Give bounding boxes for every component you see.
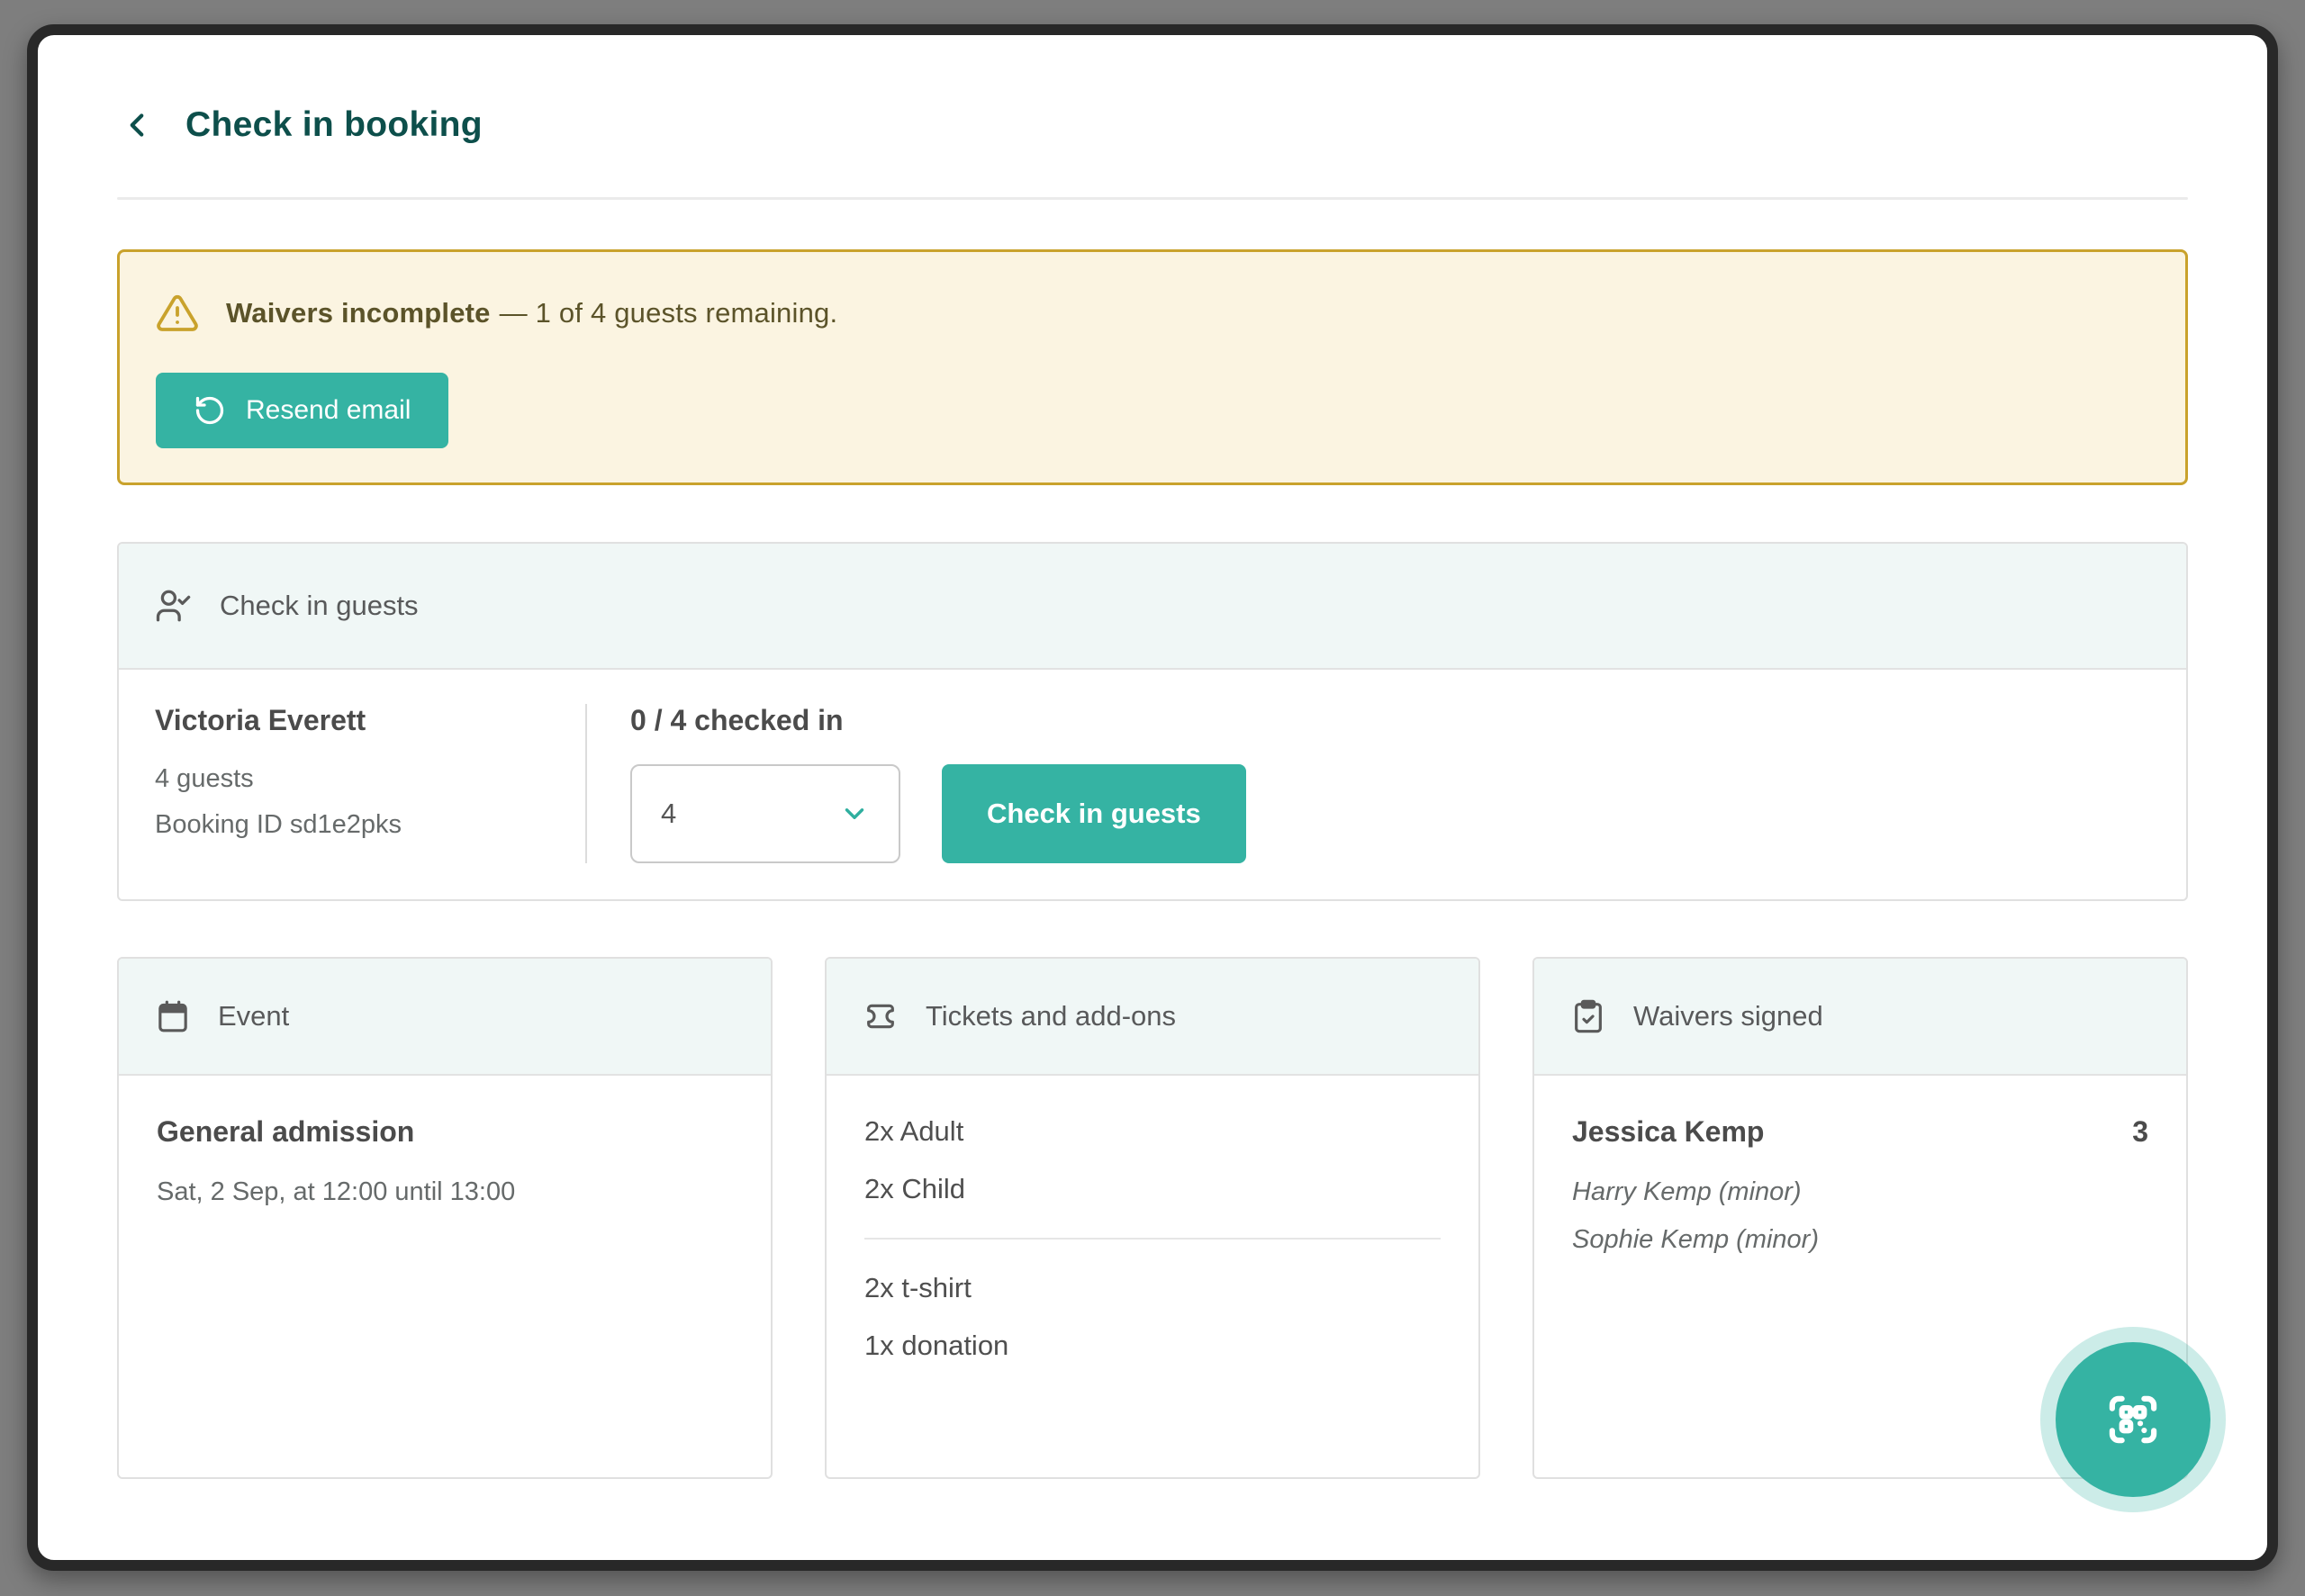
warning-message-row: Waivers incomplete — 1 of 4 guests remain… bbox=[156, 292, 2149, 335]
page-header-row: Check in booking bbox=[117, 105, 2188, 145]
check-in-guests-header: Check in guests bbox=[119, 544, 2186, 670]
info-cards-row: Event General admission Sat, 2 Sep, at 1… bbox=[117, 957, 2188, 1479]
tickets-card-body: 2x Adult 2x Child 2x t-shirt 1x donation bbox=[827, 1076, 1478, 1402]
progress-controls-row: 4 Check in guests bbox=[630, 764, 1246, 863]
booking-summary: Victoria Everett 4 guests Booking ID sd1… bbox=[155, 704, 585, 863]
tickets-card: Tickets and add-ons 2x Adult 2x Child 2x… bbox=[825, 957, 1480, 1479]
warning-message: Waivers incomplete — 1 of 4 guests remain… bbox=[226, 297, 837, 329]
tickets-card-title: Tickets and add-ons bbox=[926, 1000, 1176, 1032]
warning-message-bold: Waivers incomplete bbox=[226, 297, 491, 329]
app-window: Check in booking Waivers incomplete — 1 o… bbox=[27, 24, 2278, 1571]
waiver-count-badge: 3 bbox=[2132, 1115, 2148, 1149]
waiver-signer-name: Jessica Kemp bbox=[1572, 1115, 1764, 1149]
rotate-ccw-icon bbox=[194, 394, 226, 427]
header-divider bbox=[117, 197, 2188, 200]
guest-count-select-value: 4 bbox=[661, 798, 676, 830]
addon-line: 1x donation bbox=[864, 1330, 1441, 1362]
check-in-guests-title: Check in guests bbox=[220, 590, 419, 622]
ticket-line: 2x Child bbox=[864, 1173, 1441, 1205]
back-button[interactable] bbox=[117, 105, 157, 145]
booking-id: Booking ID sd1e2pks bbox=[155, 810, 585, 840]
waivers-card-header: Waivers signed bbox=[1534, 959, 2186, 1076]
lead-guest-name: Victoria Everett bbox=[155, 704, 585, 737]
event-card: Event General admission Sat, 2 Sep, at 1… bbox=[117, 957, 773, 1479]
resend-email-button[interactable]: Resend email bbox=[156, 373, 448, 448]
chevron-left-icon bbox=[118, 106, 156, 144]
ticket-line: 2x Adult bbox=[864, 1115, 1441, 1148]
event-card-header: Event bbox=[119, 959, 771, 1076]
event-name: General admission bbox=[157, 1115, 733, 1149]
calendar-icon bbox=[155, 998, 191, 1034]
tickets-addons-divider bbox=[864, 1238, 1441, 1240]
waivers-warning-banner: Waivers incomplete — 1 of 4 guests remain… bbox=[117, 249, 2188, 485]
user-check-icon bbox=[155, 587, 193, 625]
qr-scan-button[interactable] bbox=[2056, 1342, 2210, 1497]
event-card-body: General admission Sat, 2 Sep, at 12:00 u… bbox=[119, 1076, 771, 1247]
guest-count-select[interactable]: 4 bbox=[630, 764, 900, 863]
resend-email-label: Resend email bbox=[246, 395, 411, 426]
warning-message-rest: — 1 of 4 guests remaining. bbox=[500, 297, 838, 329]
page-title: Check in booking bbox=[185, 105, 483, 145]
checked-in-progress: 0 / 4 checked in bbox=[630, 704, 1246, 737]
waiver-signer-row: Jessica Kemp 3 bbox=[1572, 1115, 2148, 1149]
waiver-minor-name: Harry Kemp (minor) bbox=[1572, 1177, 2148, 1207]
check-in-guests-body: Victoria Everett 4 guests Booking ID sd1… bbox=[119, 670, 2186, 899]
event-schedule: Sat, 2 Sep, at 12:00 until 13:00 bbox=[157, 1177, 733, 1207]
qr-scan-icon bbox=[2100, 1386, 2166, 1453]
warning-triangle-icon bbox=[156, 292, 199, 335]
ticket-icon bbox=[863, 998, 899, 1034]
page-content: Check in booking Waivers incomplete — 1 o… bbox=[38, 35, 2267, 1560]
addon-line: 2x t-shirt bbox=[864, 1272, 1441, 1304]
clipboard-check-icon bbox=[1570, 998, 1606, 1034]
check-in-guests-button[interactable]: Check in guests bbox=[942, 764, 1246, 863]
check-in-guests-panel: Check in guests Victoria Everett 4 guest… bbox=[117, 542, 2188, 901]
tickets-card-header: Tickets and add-ons bbox=[827, 959, 1478, 1076]
chevron-down-icon bbox=[839, 798, 870, 829]
event-card-title: Event bbox=[218, 1000, 289, 1032]
waivers-card-body: Jessica Kemp 3 Harry Kemp (minor) Sophie… bbox=[1534, 1076, 2186, 1294]
waiver-minor-name: Sophie Kemp (minor) bbox=[1572, 1225, 2148, 1255]
check-in-controls: 0 / 4 checked in 4 Check in guests bbox=[587, 704, 1246, 863]
waivers-card-title: Waivers signed bbox=[1633, 1000, 1823, 1032]
guest-count: 4 guests bbox=[155, 764, 585, 794]
